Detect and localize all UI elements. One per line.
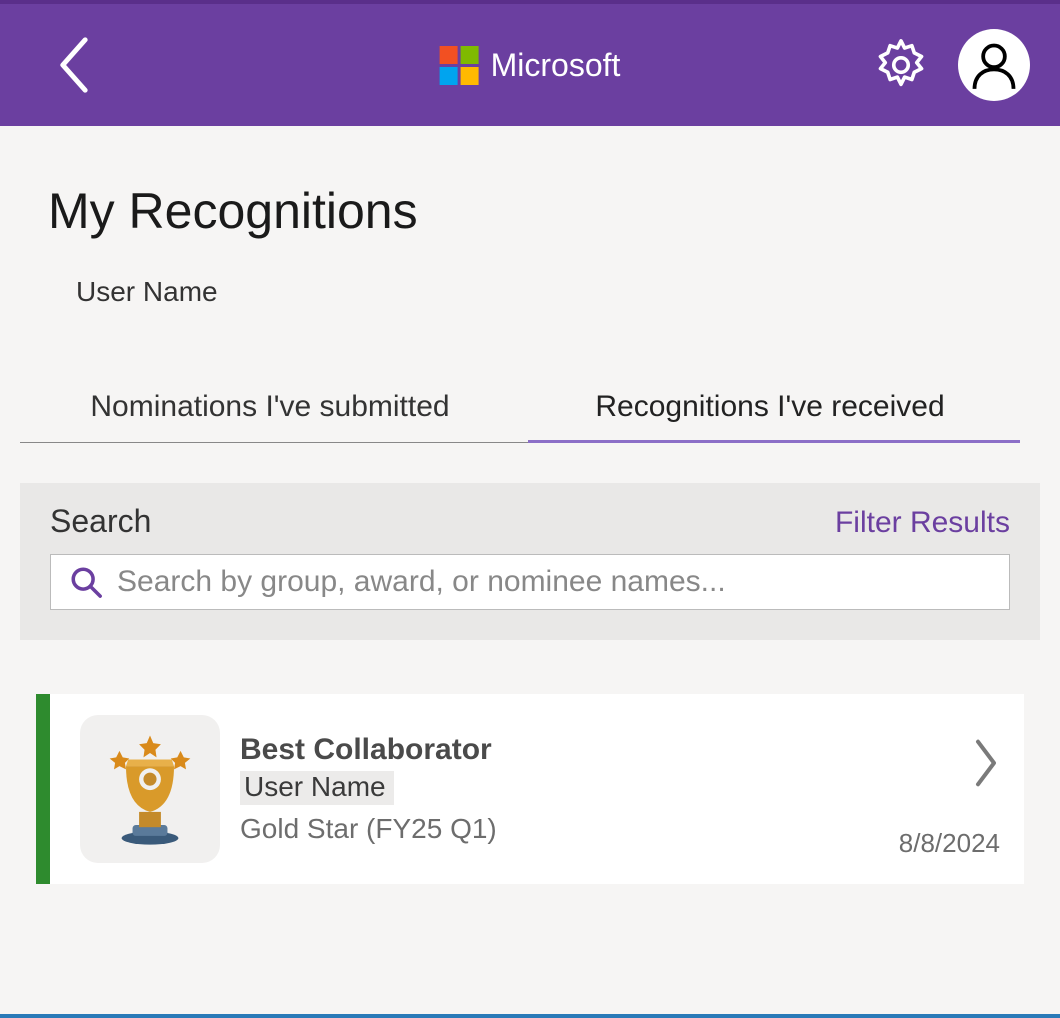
recognition-title: Best Collaborator xyxy=(240,733,879,767)
search-label: Search xyxy=(50,503,151,540)
chevron-right-icon xyxy=(972,739,1000,787)
avatar-icon xyxy=(958,29,1030,101)
microsoft-logo-icon xyxy=(440,46,479,85)
card-open-button[interactable] xyxy=(972,739,1000,792)
card-right: 8/8/2024 xyxy=(899,719,1000,859)
recognition-card[interactable]: Best Collaborator User Name Gold Star (F… xyxy=(36,694,1024,884)
filter-results-link[interactable]: Filter Results xyxy=(835,506,1010,540)
bottom-border xyxy=(0,1014,1060,1018)
search-panel: Search Filter Results xyxy=(20,483,1040,640)
card-text: Best Collaborator User Name Gold Star (F… xyxy=(240,733,879,845)
app-header: Microsoft xyxy=(0,0,1060,126)
main-content: My Recognitions User Name Nominations I'… xyxy=(0,126,1060,884)
current-user-label: User Name xyxy=(76,276,1012,308)
search-icon xyxy=(69,565,103,599)
back-button[interactable] xyxy=(50,41,98,89)
brand-label: Microsoft xyxy=(491,47,621,84)
brand: Microsoft xyxy=(440,46,621,85)
tabs: Nominations I've submitted Recognitions … xyxy=(20,378,1020,443)
trophy-icon xyxy=(95,729,205,849)
card-status-accent xyxy=(36,694,50,884)
tab-nominations-submitted[interactable]: Nominations I've submitted xyxy=(20,378,520,442)
award-image xyxy=(80,715,220,863)
settings-button[interactable] xyxy=(872,36,930,94)
chevron-left-icon xyxy=(57,37,91,93)
header-actions xyxy=(872,29,1030,101)
gear-icon xyxy=(872,36,930,94)
page-title: My Recognitions xyxy=(48,182,1012,240)
search-input[interactable] xyxy=(117,565,991,599)
card-body: Best Collaborator User Name Gold Star (F… xyxy=(50,694,1024,884)
recognition-date: 8/8/2024 xyxy=(899,828,1000,859)
tab-recognitions-received[interactable]: Recognitions I've received xyxy=(520,378,1020,442)
recognition-nominee: User Name xyxy=(240,771,394,805)
search-box[interactable] xyxy=(50,554,1010,610)
recognition-award-group: Gold Star (FY25 Q1) xyxy=(240,813,879,845)
profile-button[interactable] xyxy=(958,29,1030,101)
